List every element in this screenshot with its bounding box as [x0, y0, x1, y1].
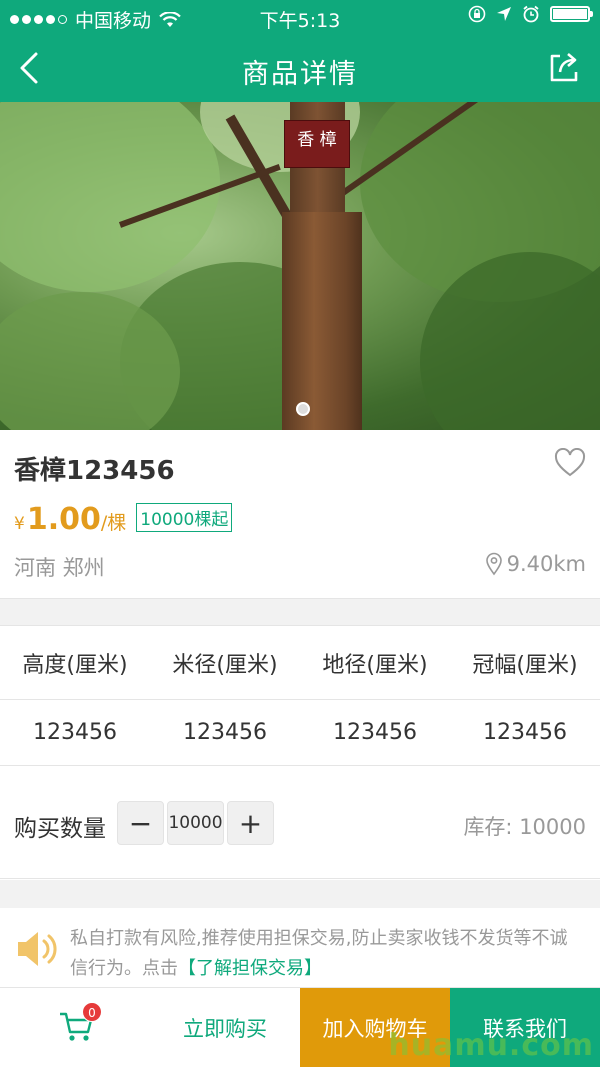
nav-bar: 商品详情 [0, 34, 600, 102]
price-unit: /棵 [100, 512, 127, 534]
min-order-badge: 10000棵起 [136, 503, 233, 532]
spec-value-ground-diameter: 123456 [333, 720, 417, 745]
add-to-cart-button[interactable]: 加入购物车 [300, 988, 450, 1067]
escrow-notice: 私自打款有风险,推荐使用担保交易,防止卖家收钱不发货等不诚信行为。点击【了解担保… [0, 908, 600, 988]
quantity-row: 购买数量 − 10000 + 库存: 10000 [0, 767, 600, 879]
specs-table: 高度(厘米) 米径(厘米) 地径(厘米) 冠幅(厘米) 123456 12345… [0, 626, 600, 766]
spec-header-height: 高度(厘米) [22, 652, 128, 678]
notice-text-block: 私自打款有风险,推荐使用担保交易,防止卖家收钱不发货等不诚信行为。点击【了解担保… [70, 924, 570, 984]
sign-text: 香 樟 [297, 130, 337, 150]
status-bar: 中国移动 下午5:13 [0, 0, 600, 34]
specs-header-row: 高度(厘米) 米径(厘米) 地径(厘米) 冠幅(厘米) [0, 626, 600, 700]
quantity-label: 购买数量 [14, 816, 106, 842]
contact-us-button[interactable]: 联系我们 [450, 988, 600, 1067]
share-icon [550, 53, 578, 82]
cart-button[interactable]: 0 [0, 988, 150, 1067]
speaker-icon [18, 932, 57, 966]
product-name: 香樟123456 [14, 456, 175, 486]
price-row: ¥ 1.00 /棵 10000棵起 [14, 502, 233, 537]
spec-header-ground-diameter: 地径(厘米) [322, 652, 428, 678]
distance: 9.40km [485, 552, 586, 576]
spec-value-height: 123456 [33, 720, 117, 745]
spec-value-meter-diameter: 123456 [183, 720, 267, 745]
heart-icon [554, 447, 586, 477]
distance-value: 9.40km [506, 552, 586, 576]
page-title: 商品详情 [242, 59, 358, 90]
product-info: 香樟123456 ¥ 1.00 /棵 10000棵起 河南 郑州 9.40km [0, 430, 600, 598]
spec-value-crown-width: 123456 [483, 720, 567, 745]
cart-count-badge: 0 [82, 1002, 102, 1022]
share-button[interactable] [546, 50, 582, 86]
favorite-button[interactable] [554, 447, 586, 478]
location-arrow-icon [497, 7, 511, 21]
tree-name-sign: 香 樟 [284, 120, 350, 168]
seller-location: 河南 郑州 [14, 556, 105, 580]
orientation-lock-icon [468, 5, 486, 23]
status-right [468, 5, 593, 23]
stock-count: 库存: 10000 [463, 815, 586, 839]
location-pin-icon [485, 552, 502, 576]
battery-icon [550, 6, 593, 22]
section-divider [0, 598, 600, 626]
increase-button[interactable]: + [227, 801, 274, 845]
price-currency: ¥ [14, 514, 25, 534]
carousel-indicator[interactable] [296, 402, 310, 416]
product-image[interactable]: 香 樟 [0, 102, 600, 430]
spec-header-meter-diameter: 米径(厘米) [172, 652, 278, 678]
section-divider [0, 880, 600, 908]
quantity-stepper: − 10000 + [117, 801, 274, 845]
tree-trunk [282, 212, 362, 430]
spec-header-crown-width: 冠幅(厘米) [472, 652, 578, 678]
price-value: 1.00 [26, 502, 101, 537]
specs-value-row: 123456 123456 123456 123456 [0, 700, 600, 766]
bottom-action-bar: 0 立即购买 加入购物车 联系我们 [0, 987, 600, 1067]
learn-escrow-link[interactable]: 【了解担保交易】 [178, 958, 322, 979]
alarm-icon [523, 5, 539, 23]
quantity-input[interactable]: 10000 [167, 801, 224, 845]
decrease-button[interactable]: − [117, 801, 164, 845]
buy-now-button[interactable]: 立即购买 [150, 988, 300, 1067]
